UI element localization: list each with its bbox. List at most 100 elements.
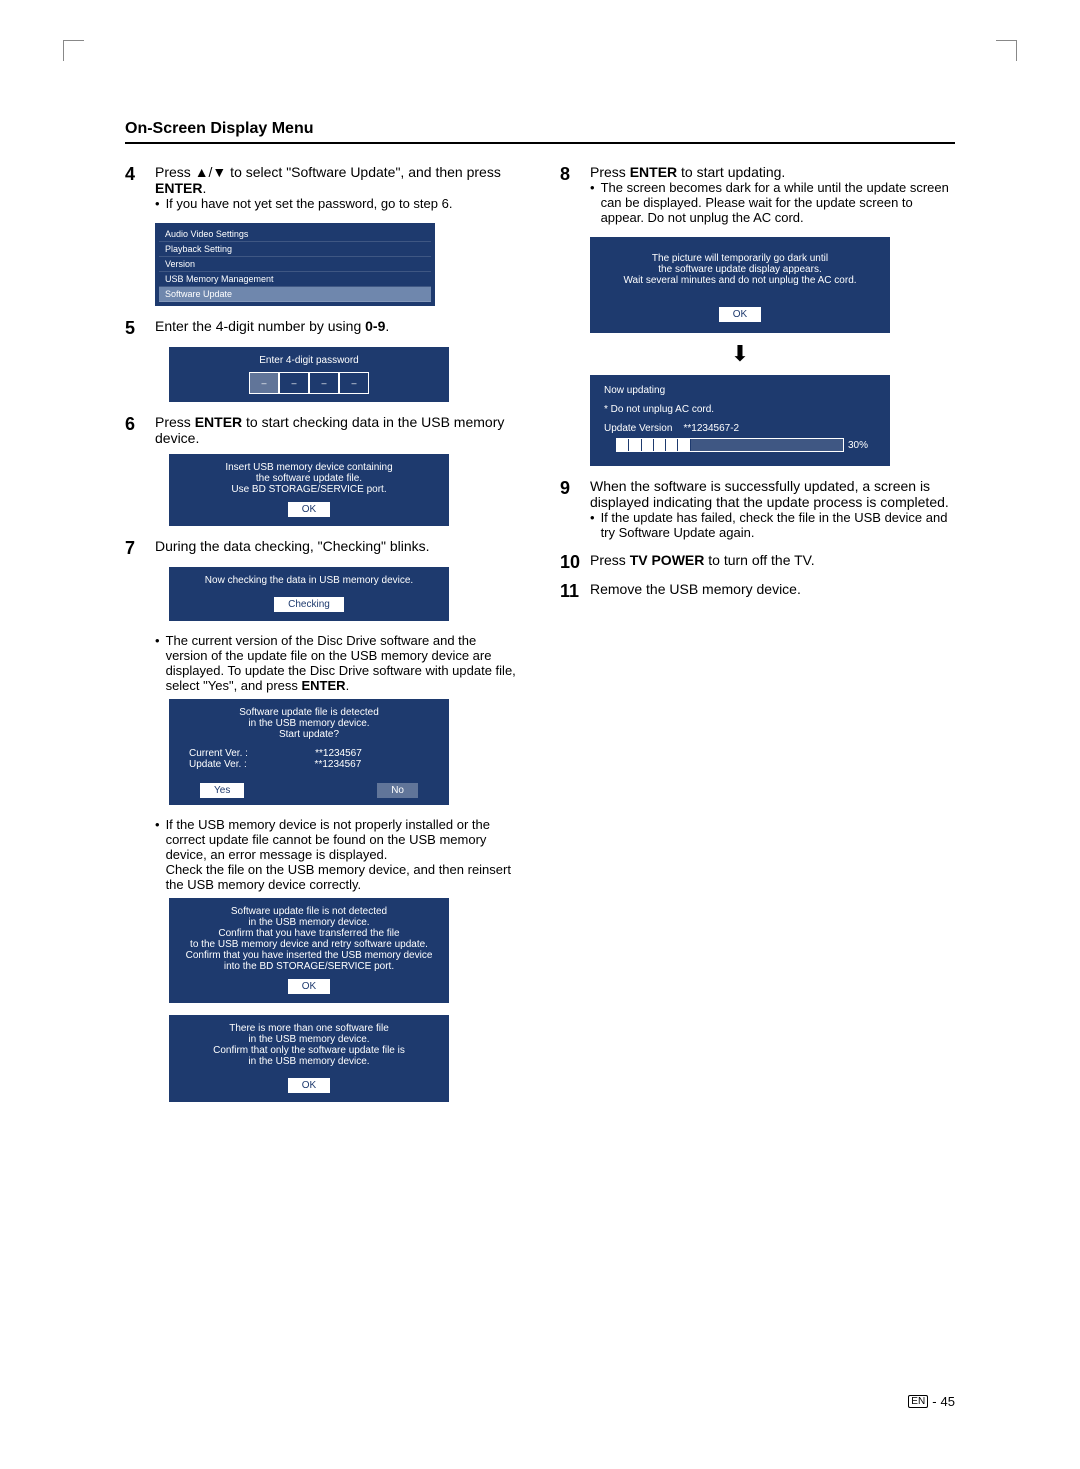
bullet-dot: •	[155, 817, 160, 892]
detect-panel: Software update file is detected in the …	[169, 699, 449, 805]
step-7-error-note: If the USB memory device is not properly…	[166, 817, 520, 892]
title-rule	[125, 142, 955, 144]
arrow-down-icon: ⬇	[590, 341, 890, 367]
pw-digit-4: –	[339, 372, 369, 394]
step-4-bullet: If you have not yet set the password, go…	[166, 196, 453, 211]
dark-l3: Wait several minutes and do not unplug t…	[600, 275, 880, 286]
checking-panel: Now checking the data in USB memory devi…	[169, 567, 449, 621]
step-5-a: Enter the 4-digit number by using	[155, 318, 365, 334]
step-5-number: 5	[125, 318, 145, 339]
bullet-dot: •	[155, 633, 160, 693]
step-8-number: 8	[560, 164, 580, 229]
s7-note-enter: ENTER	[302, 678, 346, 693]
err2-l3: Confirm that only the software update fi…	[177, 1045, 441, 1056]
step-6-text: Press ENTER to start checking data in th…	[155, 414, 520, 446]
bullet-dot: •	[590, 180, 595, 225]
step-11-number: 11	[560, 581, 580, 602]
step-10-tvpower: TV POWER	[630, 552, 705, 568]
error-multiple-files-panel: There is more than one software file in …	[169, 1015, 449, 1102]
upd-l2: * Do not unplug AC cord.	[604, 404, 880, 415]
step-4-enter: ENTER	[155, 180, 202, 196]
step-5-b: .	[385, 318, 389, 334]
err1-l4: to the USB memory device and retry softw…	[177, 939, 441, 950]
menu-item-usb: USB Memory Management	[159, 272, 431, 287]
step-10-b: to turn off the TV.	[704, 552, 814, 568]
bullet-dot: •	[155, 196, 160, 211]
checking-l1: Now checking the data in USB memory devi…	[177, 575, 441, 586]
err1-l3: Confirm that you have transferred the fi…	[177, 928, 441, 939]
pw-title: Enter 4-digit password	[177, 355, 441, 366]
err1-l1: Software update file is not detected	[177, 906, 441, 917]
current-ver-label: Current Ver. :	[189, 748, 248, 759]
step-9-text: When the software is successfully update…	[590, 478, 955, 544]
update-ver-label: Update Ver. :	[189, 759, 247, 770]
err-note-b: Check the file on the USB memory device,…	[166, 862, 511, 892]
step-7-note: The current version of the Disc Drive so…	[166, 633, 520, 693]
page-title: On-Screen Display Menu	[125, 120, 955, 138]
step-6-enter: ENTER	[195, 414, 242, 430]
step-8-text: Press ENTER to start updating. •The scre…	[590, 164, 955, 229]
err-note-a: If the USB memory device is not properly…	[166, 817, 490, 862]
upd-ver-label: Update Version	[604, 423, 672, 434]
progress-percent: 30%	[848, 440, 868, 451]
checking-button: Checking	[273, 596, 345, 613]
update-ver-value: **1234567	[315, 759, 362, 770]
step-10-text: Press TV POWER to turn off the TV.	[590, 552, 955, 573]
insert-l3: Use BD STORAGE/SERVICE port.	[177, 484, 441, 495]
dark-l1: The picture will temporarily go dark unt…	[600, 253, 880, 264]
step-7-number: 7	[125, 538, 145, 559]
step-8-enter: ENTER	[630, 164, 677, 180]
bullet-dot: •	[590, 510, 595, 540]
detect-l2: in the USB memory device.	[177, 718, 441, 729]
step-4-c: .	[202, 180, 206, 196]
menu-item-software-update: Software Update	[159, 287, 431, 302]
footer-lang: EN	[908, 1395, 928, 1408]
step-8-a: Press	[590, 164, 630, 180]
up-down-icon: ▲/▼	[195, 164, 227, 180]
step-6-number: 6	[125, 414, 145, 446]
step-4-b: to select "Software Update", and then pr…	[226, 164, 501, 180]
step-4-text: Press ▲/▼ to select "Software Update", a…	[155, 164, 520, 215]
step-6-a: Press	[155, 414, 195, 430]
now-updating-panel: Now updating * Do not unplug AC cord. Up…	[590, 375, 890, 466]
footer-page-number: 45	[941, 1394, 955, 1409]
password-panel: Enter 4-digit password – – – –	[169, 347, 449, 402]
detect-l3: Start update?	[177, 729, 441, 740]
pw-digit-3: –	[309, 372, 339, 394]
step-9-body: When the software is successfully update…	[590, 478, 949, 510]
step-5-range: 0-9	[365, 318, 385, 334]
step-11-text: Remove the USB memory device.	[590, 581, 955, 602]
detect-l1: Software update file is detected	[177, 707, 441, 718]
err1-l2: in the USB memory device.	[177, 917, 441, 928]
step-8-bullet: The screen becomes dark for a while unti…	[601, 180, 955, 225]
crop-mark-tl	[63, 40, 84, 61]
step-4-number: 4	[125, 164, 145, 215]
menu-panel: Audio Video Settings Playback Setting Ve…	[155, 223, 435, 306]
err1-l6: into the BD STORAGE/SERVICE port.	[177, 961, 441, 972]
dark-l2: the software update display appears.	[600, 264, 880, 275]
no-button: No	[376, 782, 419, 799]
error-not-detected-panel: Software update file is not detected in …	[169, 898, 449, 1003]
step-9-bullet: If the update has failed, check the file…	[601, 510, 955, 540]
current-ver-value: **1234567	[315, 748, 362, 759]
menu-item-playback: Playback Setting	[159, 242, 431, 257]
upd-l1: Now updating	[604, 385, 880, 396]
pw-digit-2: –	[279, 372, 309, 394]
insert-usb-panel: Insert USB memory device containing the …	[169, 454, 449, 526]
pw-digit-1: –	[249, 372, 279, 394]
step-9-number: 9	[560, 478, 580, 544]
err2-l4: in the USB memory device.	[177, 1056, 441, 1067]
insert-l2: the software update file.	[177, 473, 441, 484]
step-10-a: Press	[590, 552, 630, 568]
progress-bar	[616, 438, 844, 452]
step-8-b: to start updating.	[677, 164, 785, 180]
page-footer: EN - 45	[908, 1394, 955, 1409]
insert-l1: Insert USB memory device containing	[177, 462, 441, 473]
dark-ok-button: OK	[718, 306, 762, 323]
step-7-text: During the data checking, "Checking" bli…	[155, 538, 520, 559]
step-5-text: Enter the 4-digit number by using 0-9.	[155, 318, 520, 339]
menu-item-av: Audio Video Settings	[159, 227, 431, 242]
err1-l5: Confirm that you have inserted the USB m…	[177, 950, 441, 961]
step-4-a: Press	[155, 164, 195, 180]
dark-screen-panel: The picture will temporarily go dark unt…	[590, 237, 890, 333]
